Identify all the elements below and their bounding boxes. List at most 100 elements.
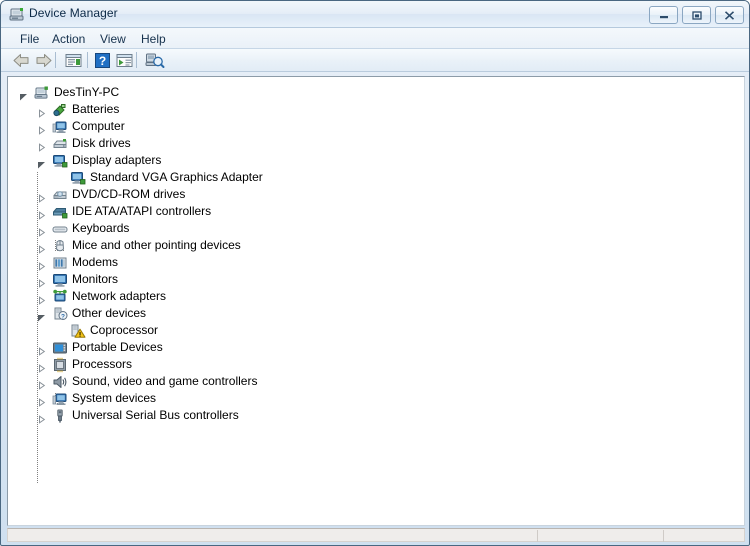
expander-collapsed-icon[interactable] <box>37 343 46 356</box>
tree-node-mice-and-other-pointing-devices[interactable]: Mice and other pointing devices <box>8 237 744 254</box>
tree-node-label: System devices <box>72 391 157 405</box>
tree-node-standard-vga-graphics-adapter[interactable]: Standard VGA Graphics Adapter <box>8 169 744 186</box>
other-devices-icon: ? <box>52 306 68 322</box>
toolbar-separator <box>136 52 137 68</box>
expander-expanded-icon[interactable] <box>19 88 28 101</box>
expander-collapsed-icon[interactable] <box>37 105 46 118</box>
tree-node-label: Batteries <box>72 102 120 116</box>
close-button[interactable] <box>715 6 744 24</box>
sound-controller-icon <box>52 374 68 390</box>
tree-node-system-devices[interactable]: System devices <box>8 390 744 407</box>
expander-collapsed-icon[interactable] <box>37 377 46 390</box>
expander-expanded-icon[interactable] <box>37 156 46 169</box>
expander-collapsed-icon[interactable] <box>37 139 46 152</box>
tree-node-label: Computer <box>72 119 125 133</box>
tree-node-sound-video-and-game-controllers[interactable]: Sound, video and game controllers <box>8 373 744 390</box>
tree-node-modems[interactable]: Modems <box>8 254 744 271</box>
tree-node-label: Network adapters <box>72 289 167 303</box>
menu-item-view[interactable]: View <box>95 31 131 47</box>
system-device-icon <box>52 391 68 407</box>
properties-button[interactable] <box>63 51 84 70</box>
svg-text:?: ? <box>61 313 65 320</box>
tree-node-label: DVD/CD-ROM drives <box>72 187 186 201</box>
battery-icon <box>52 102 68 118</box>
forward-button[interactable] <box>33 51 54 70</box>
expander-collapsed-icon[interactable] <box>37 360 46 373</box>
menu-bar: File Action View Help <box>1 28 749 49</box>
computer-icon <box>52 119 68 135</box>
display-adapter-icon <box>70 170 86 186</box>
tree-node-other-devices[interactable]: ? Other devices <box>8 305 744 322</box>
tree-node-coprocessor[interactable]: Coprocessor <box>8 322 744 339</box>
tree-node-label: DesTinY-PC <box>54 85 120 99</box>
tree-node-label: Portable Devices <box>72 340 163 354</box>
expander-collapsed-icon[interactable] <box>37 207 46 220</box>
back-button[interactable] <box>11 51 32 70</box>
tree-node-computer[interactable]: Computer <box>8 118 744 135</box>
tree-node-processors[interactable]: Processors <box>8 356 744 373</box>
tree-node-label: Mice and other pointing devices <box>72 238 241 252</box>
tree-node-label: Disk drives <box>72 136 131 150</box>
menu-item-file[interactable]: File <box>15 31 44 47</box>
tree-node-ide-ata-atapi-controllers[interactable]: IDE ATA/ATAPI controllers <box>8 203 744 220</box>
minimize-button[interactable] <box>649 6 678 24</box>
menu-item-help[interactable]: Help <box>136 31 171 47</box>
device-manager-window: Device Manager File Action View Help ? D… <box>0 0 750 546</box>
expander-collapsed-icon[interactable] <box>37 122 46 135</box>
tree-node-label: Monitors <box>72 272 119 286</box>
tree-node-label: Universal Serial Bus controllers <box>72 408 239 422</box>
expander-collapsed-icon[interactable] <box>37 258 46 271</box>
tree-node-universal-serial-bus-controllers[interactable]: Universal Serial Bus controllers <box>8 407 744 424</box>
tree-node-portable-devices[interactable]: Portable Devices <box>8 339 744 356</box>
ide-controller-icon <box>52 204 68 220</box>
tree-node-label: Modems <box>72 255 119 269</box>
toolbar: ? <box>1 49 749 72</box>
show-details-button[interactable] <box>114 51 135 70</box>
tree-node-monitors[interactable]: Monitors <box>8 271 744 288</box>
status-divider <box>663 530 664 542</box>
toolbar-separator <box>87 52 88 68</box>
window-title: Device Manager <box>29 6 118 20</box>
tree-node-network-adapters[interactable]: Network adapters <box>8 288 744 305</box>
tree-node-label: Coprocessor <box>90 323 159 337</box>
usb-controller-icon <box>52 408 68 424</box>
dvd-drive-icon <box>52 187 68 203</box>
tree-node-label: Standard VGA Graphics Adapter <box>90 170 263 184</box>
tree-node-keyboards[interactable]: Keyboards <box>8 220 744 237</box>
expander-expanded-icon[interactable] <box>37 309 46 322</box>
expander-collapsed-icon[interactable] <box>37 292 46 305</box>
tree-node-label: Processors <box>72 357 133 371</box>
expander-collapsed-icon[interactable] <box>37 275 46 288</box>
tree-node-label: Display adapters <box>72 153 162 167</box>
expander-collapsed-icon[interactable] <box>37 411 46 424</box>
network-adapter-icon <box>52 289 68 305</box>
title-bar: Device Manager <box>1 1 749 28</box>
tree-node-label: Sound, video and game controllers <box>72 374 258 388</box>
scan-hardware-button[interactable] <box>144 51 165 70</box>
help-button[interactable]: ? <box>93 51 114 70</box>
processor-icon <box>52 357 68 373</box>
mouse-icon <box>52 238 68 254</box>
tree-node-display-adapters[interactable]: Display adapters <box>8 152 744 169</box>
tree-node-label: IDE ATA/ATAPI controllers <box>72 204 212 218</box>
disk-drive-icon <box>52 136 68 152</box>
tree-node-label: Other devices <box>72 306 147 320</box>
tree-node-destiny-pc[interactable]: DesTinY-PC <box>8 84 744 101</box>
expander-collapsed-icon[interactable] <box>37 394 46 407</box>
monitor-icon <box>52 272 68 288</box>
expander-collapsed-icon[interactable] <box>37 241 46 254</box>
tree-node-batteries[interactable]: Batteries <box>8 101 744 118</box>
maximize-button[interactable] <box>682 6 711 24</box>
toolbar-separator <box>55 52 56 68</box>
device-tree[interactable]: DesTinY-PC Batteries Computer Disk drive… <box>7 76 745 526</box>
tree-node-dvd-cd-rom-drives[interactable]: DVD/CD-ROM drives <box>8 186 744 203</box>
unknown-device-warning-icon <box>70 323 86 339</box>
modem-icon <box>52 255 68 271</box>
expander-collapsed-icon[interactable] <box>37 190 46 203</box>
display-adapter-icon <box>52 153 68 169</box>
svg-text:?: ? <box>99 54 106 68</box>
expander-collapsed-icon[interactable] <box>37 224 46 237</box>
menu-item-action[interactable]: Action <box>47 31 90 47</box>
status-bar <box>7 528 745 542</box>
tree-node-disk-drives[interactable]: Disk drives <box>8 135 744 152</box>
